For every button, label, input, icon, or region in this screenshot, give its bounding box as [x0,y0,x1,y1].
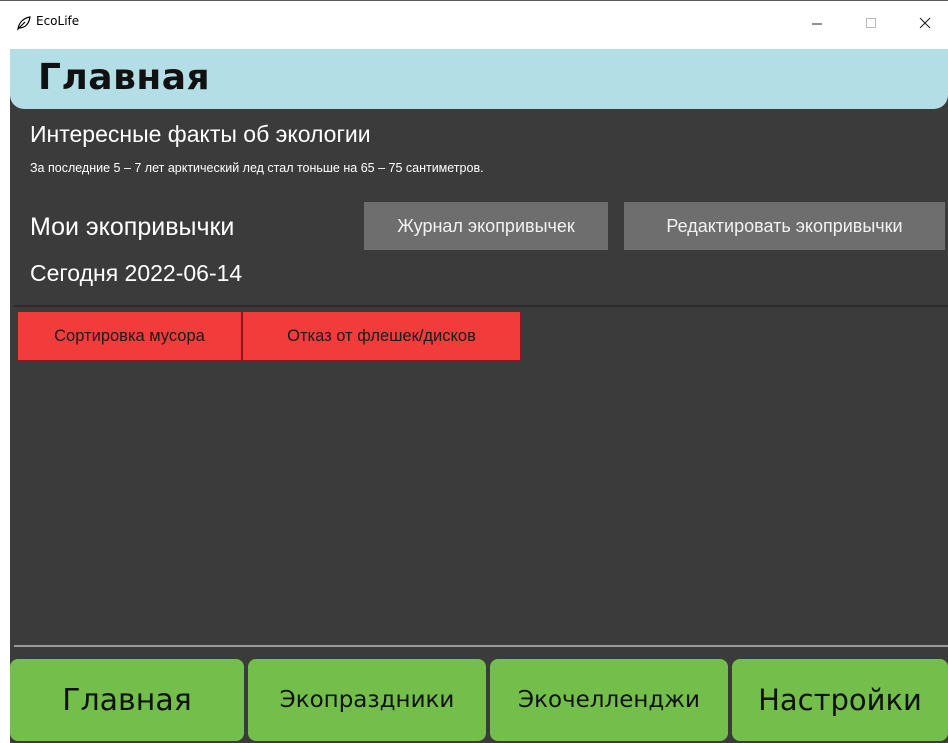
habits-list: Сортировка мусора Отказ от флешек/дисков [14,305,948,647]
minimize-icon [812,23,822,25]
nav-settings-button[interactable]: Настройки [732,659,948,741]
window-title: EcoLife [36,14,80,28]
habits-heading: Мои экопривычки [30,213,235,241]
bottom-nav: Главная Экопраздники Экочелленджи Настро… [10,659,948,743]
fact-text: За последние 5 – 7 лет арктический лед с… [30,161,484,175]
nav-eco-challenges-button[interactable]: Экочелленджи [490,659,728,741]
close-button[interactable] [902,9,948,37]
header-bar: Главная [10,49,948,109]
facts-heading: Интересные факты об экологии [30,121,371,147]
habit-item[interactable]: Отказ от флешек/дисков [242,311,521,361]
app-content: Главная Интересные факты об экологии За … [10,49,948,743]
nav-eco-holidays-button[interactable]: Экопраздники [248,659,486,741]
app-window: EcoLife Главная Интересные факты об экол… [0,0,948,743]
leaf-icon [17,16,31,31]
title-bar[interactable]: EcoLife [0,1,948,41]
today-date-label: Сегодня 2022-06-14 [30,260,243,286]
habits-journal-button[interactable]: Журнал экопривычек [364,202,608,250]
minimize-button[interactable] [794,9,840,37]
page-title: Главная [38,57,211,98]
nav-home-button[interactable]: Главная [10,659,244,741]
maximize-button[interactable] [848,9,894,37]
edit-habits-button[interactable]: Редактировать экопривычки [624,202,945,250]
maximize-icon [866,18,876,28]
close-icon [919,17,931,29]
habit-item[interactable]: Сортировка мусора [17,311,242,361]
